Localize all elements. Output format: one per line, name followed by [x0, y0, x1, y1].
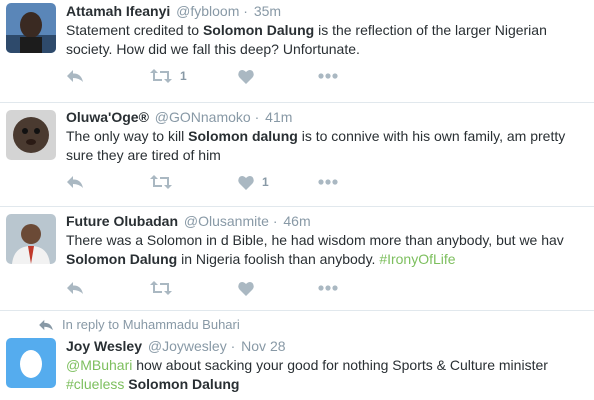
reply-button[interactable] — [66, 66, 84, 86]
reply-context[interactable]: In reply to Muhammadu Buhari — [38, 317, 240, 332]
timestamp[interactable]: 35m — [254, 3, 281, 19]
tweet-text: There was a Solomon in d Bible, he had w… — [66, 232, 564, 267]
separator: · — [230, 338, 236, 354]
tweet-text: Statement credited to Solomon Dalung is … — [66, 22, 547, 57]
highlighted-term: Solomon Dalung — [128, 375, 240, 392]
author-username[interactable]: @Olusanmite — [184, 213, 269, 229]
retweet-button[interactable]: 1 — [150, 66, 187, 86]
reply-icon — [39, 319, 53, 330]
avatar[interactable] — [6, 214, 56, 264]
tweet[interactable]: Attamah Ifeanyi @fybloom · 35m Statement… — [0, 0, 594, 103]
separator: · — [243, 3, 248, 19]
tweet[interactable]: Future Olubadan @Olusanmite · 46m There … — [0, 208, 594, 311]
more-button[interactable] — [318, 66, 338, 86]
author-name[interactable]: Oluwa'Oge® — [66, 109, 149, 125]
tweet-text: @MBuhari how about sacking your good for… — [66, 357, 548, 392]
reply-icon — [67, 70, 83, 82]
timestamp[interactable]: 46m — [283, 213, 310, 229]
more-button[interactable] — [318, 172, 338, 192]
more-icon — [318, 179, 338, 185]
more-icon — [318, 73, 338, 79]
reply-context-label: In reply to Muhammadu Buhari — [62, 317, 240, 332]
reply-button[interactable] — [66, 172, 84, 192]
reply-button[interactable] — [66, 278, 84, 298]
author-username[interactable]: @GONnamoko — [155, 109, 251, 125]
mention-link[interactable]: @MBuhari — [66, 357, 132, 373]
hashtag-link[interactable]: #clueless — [66, 376, 124, 392]
retweet-icon — [150, 175, 172, 189]
like-count: 1 — [262, 175, 269, 189]
retweet-count: 1 — [180, 69, 187, 83]
avatar[interactable] — [6, 110, 56, 160]
retweet-icon — [150, 69, 172, 83]
author-name[interactable]: Attamah Ifeanyi — [66, 3, 170, 19]
reply-icon — [67, 176, 83, 188]
author-name[interactable]: Future Olubadan — [66, 213, 178, 229]
like-button[interactable] — [238, 66, 262, 86]
avatar[interactable] — [6, 3, 56, 53]
retweet-button[interactable] — [150, 278, 180, 298]
tweet[interactable]: In reply to Muhammadu Buhari Joy Wesley … — [0, 312, 594, 400]
highlighted-term: Solomon dalung — [188, 128, 298, 144]
heart-icon — [238, 69, 254, 84]
heart-icon — [238, 175, 254, 190]
hashtag-link[interactable]: #IronyOfLife — [379, 251, 455, 267]
retweet-button[interactable] — [150, 172, 180, 192]
author-username[interactable]: @fybloom — [176, 3, 239, 19]
author-username[interactable]: @Joywesley — [148, 338, 227, 354]
tweet[interactable]: Oluwa'Oge® @GONnamoko · 41m The only way… — [0, 104, 594, 207]
separator: · — [254, 109, 260, 125]
timestamp[interactable]: 41m — [265, 109, 292, 125]
reply-icon — [67, 282, 83, 294]
highlighted-term: Solomon Dalung — [202, 22, 315, 38]
avatar[interactable] — [6, 338, 56, 388]
highlighted-term: Solomon Dalung — [66, 250, 178, 267]
heart-icon — [238, 281, 254, 296]
retweet-icon — [150, 281, 172, 295]
timestamp[interactable]: Nov 28 — [241, 338, 285, 354]
like-button[interactable] — [238, 278, 262, 298]
separator: · — [272, 213, 278, 229]
author-name[interactable]: Joy Wesley — [66, 338, 142, 354]
more-button[interactable] — [318, 278, 338, 298]
like-button[interactable]: 1 — [238, 172, 269, 192]
tweet-text: The only way to kill Solomon dalung is t… — [66, 128, 566, 163]
more-icon — [318, 285, 338, 291]
